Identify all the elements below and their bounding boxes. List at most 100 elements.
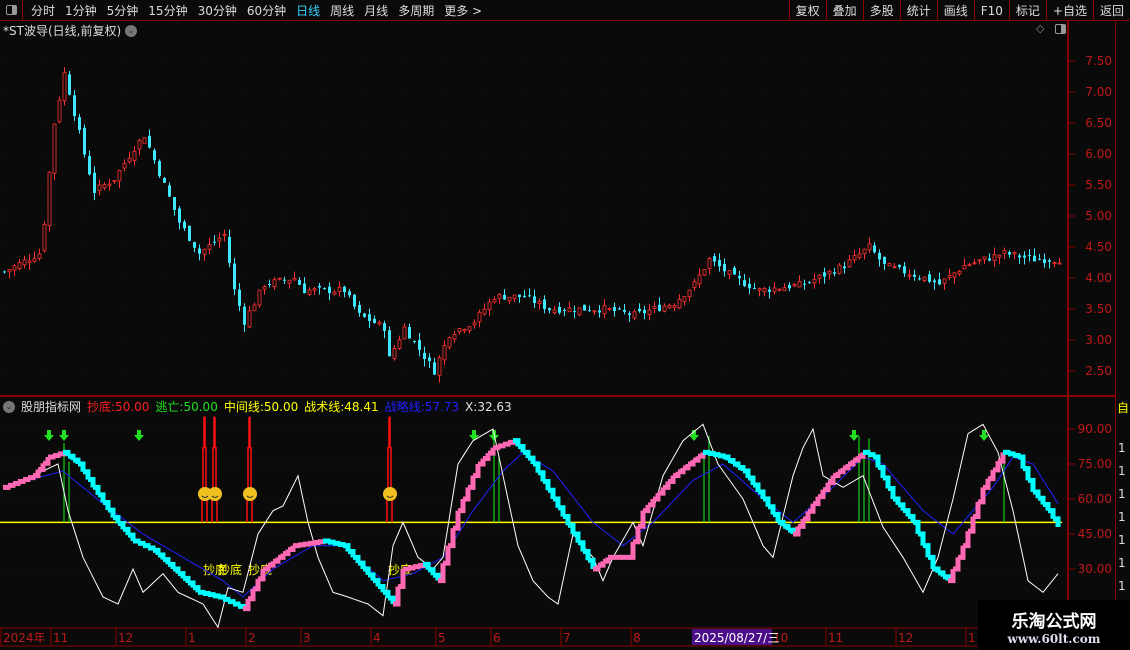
grid-dot [343,533,345,535]
grid-dot [401,370,403,372]
grid-dot [481,215,483,217]
grid-dot [1041,277,1043,279]
grid-dot [505,498,507,500]
grid-dot [361,215,363,217]
legend-item: 中间线:50.00 [224,398,298,415]
grid-dot [334,533,336,535]
grid-dot [667,428,669,430]
grid-dot [721,184,723,186]
tactic-line-segment [278,553,286,560]
candle [37,253,42,259]
grid-dot [81,122,83,124]
grid-dot [820,568,822,570]
grid-dot [181,463,183,465]
candle [472,322,477,326]
chevron-down-icon[interactable]: ⌄ [3,400,15,413]
grid-dot [121,308,123,310]
grid-dot [415,533,417,535]
candle [933,280,936,283]
grid-dot [19,463,21,465]
candle [188,225,191,241]
candle [827,270,832,275]
candle [687,289,692,298]
grid-dot [406,498,408,500]
grid-dot [81,91,83,93]
right-info-strip[interactable]: 自11111111 [1115,21,1130,631]
tactic-line-segment [288,545,296,553]
time-label: 2 [248,631,256,645]
grid-dot [641,277,643,279]
candle [328,286,331,294]
grid-dot [73,568,75,570]
grid-dot [1,463,3,465]
candle [163,178,166,183]
candle [1043,259,1046,264]
tactic-line-segment [888,486,896,499]
grid-dot [921,215,923,217]
grid-dot [289,463,291,465]
tactic-line-segment [708,451,716,456]
grid-dot [1018,533,1020,535]
grid-dot [401,339,403,341]
grid-dot [811,533,813,535]
grid-dot [1036,428,1038,430]
grid-dot [19,568,21,570]
grid-dot [496,463,498,465]
grid-dot [190,533,192,535]
candle [137,140,142,150]
grid-dot [721,215,723,217]
tactic-line-segment [818,489,826,500]
grid-dot [217,463,219,465]
tactic-line-segment [68,453,76,461]
grid-dot [784,428,786,430]
grid-dot [321,153,323,155]
tactic-line-segment [13,480,21,486]
grid-dot [316,568,318,570]
grid-dot [883,428,885,430]
grid-dot [433,428,435,430]
grid-dot [964,428,966,430]
grid-dot [201,277,203,279]
grid-dot [658,568,660,570]
grid-dot [415,463,417,465]
grid-dot [1,277,3,279]
grid-dot [406,428,408,430]
grid-dot [281,60,283,62]
grid-dot [532,428,534,430]
grid-dot [761,339,763,341]
tactic-line-segment [773,512,781,523]
grid-dot [757,428,759,430]
chart-canvas[interactable]: 7.50 7.00 6.50 6.00 5.50 5.00 4.50 4.00 3.50 3.00… [0,0,1115,650]
time-label: 12 [118,631,133,645]
grid-dot [1027,498,1029,500]
grid-dot [982,463,984,465]
grid-dot [991,568,993,570]
grid-dot [641,215,643,217]
down-arrow-icon [849,430,859,441]
legend-label: 抄底: [87,400,116,414]
grid-dot [307,568,309,570]
tactic-line-segment [83,469,91,480]
grid-dot [801,91,803,93]
time-label: 12 [898,631,913,645]
grid-dot [964,568,966,570]
tactic-line-segment [178,571,186,579]
tactic-line-segment [1038,495,1046,505]
candle [768,289,771,292]
tactic-line-segment [883,475,891,489]
grid-dot [201,246,203,248]
grid-dot [568,533,570,535]
grid-dot [961,308,963,310]
grid-dot [201,184,203,186]
grid-dot [667,533,669,535]
grid-dot [622,428,624,430]
legend-label: 逃亡: [155,400,184,414]
grid-dot [561,308,563,310]
strip-value: 1 [1118,487,1126,501]
grid-dot [298,498,300,500]
grid-dot [281,308,283,310]
tactic-line-segment [833,471,841,479]
grid-dot [370,463,372,465]
grid-dot [19,428,21,430]
price-tick-label: 7.50 [1085,54,1112,68]
